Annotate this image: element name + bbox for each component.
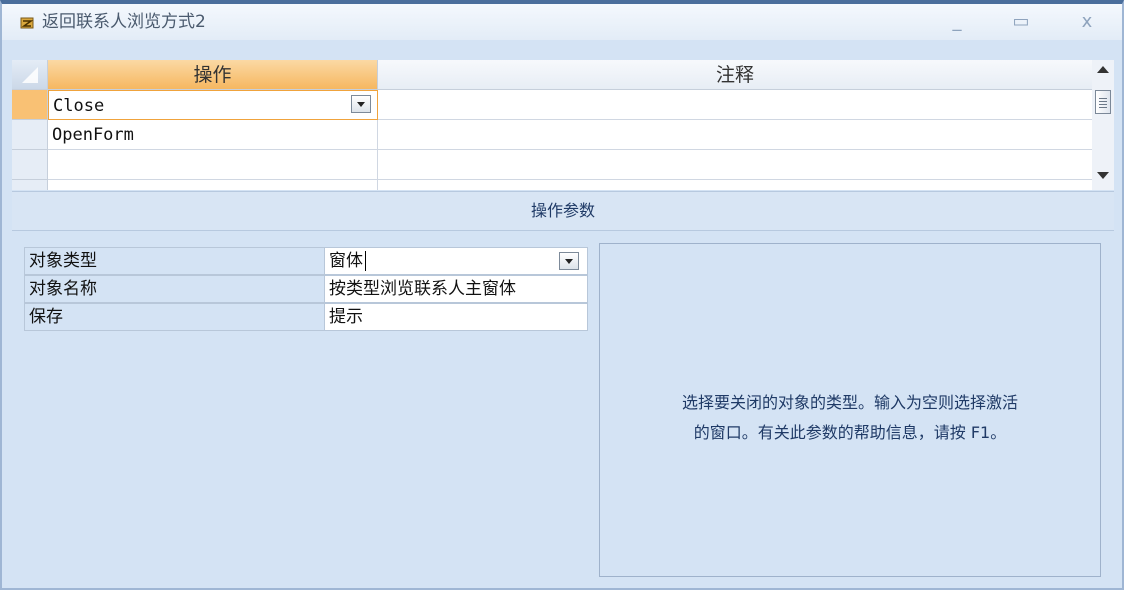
text-cursor — [365, 251, 366, 271]
comment-cell[interactable] — [378, 90, 1092, 120]
object-name-field[interactable]: 按类型浏览联系人主窗体 — [324, 275, 588, 303]
corner-triangle-icon — [22, 67, 38, 83]
table-row[interactable]: Close — [12, 90, 1092, 120]
row-selector[interactable] — [12, 150, 48, 180]
grid-vertical-scrollbar[interactable] — [1092, 60, 1114, 190]
minimize-button[interactable]: _ — [944, 10, 970, 34]
table-row[interactable] — [12, 180, 1092, 190]
scroll-thumb[interactable] — [1095, 90, 1111, 114]
table-row[interactable]: OpenForm — [12, 120, 1092, 150]
maximize-button[interactable]: ▭ — [1008, 10, 1034, 34]
row-selector[interactable] — [12, 90, 48, 120]
action-cell[interactable]: Close — [48, 90, 378, 120]
comment-cell[interactable] — [378, 120, 1092, 150]
argument-value: 窗体 — [329, 251, 363, 271]
argument-row-object-name[interactable]: 对象名称 按类型浏览联系人主窗体 — [24, 275, 588, 303]
help-text-line: 的窗口。有关此参数的帮助信息，请按 F1。 — [693, 423, 1007, 442]
help-text-line: 选择要关闭的对象的类型。输入为空则选择激活 — [681, 393, 1018, 412]
object-type-dropdown-button[interactable] — [559, 252, 579, 270]
help-panel: 选择要关闭的对象的类型。输入为空则选择激活 的窗口。有关此参数的帮助信息，请按 … — [599, 243, 1101, 577]
column-header-action[interactable]: 操作 — [48, 60, 378, 90]
argument-label: 保存 — [24, 303, 324, 331]
action-cell[interactable] — [48, 150, 378, 180]
select-all-corner[interactable] — [12, 60, 48, 90]
help-text: 选择要关闭的对象的类型。输入为空则选择激活 的窗口。有关此参数的帮助信息，请按 … — [600, 388, 1100, 448]
argument-label: 对象名称 — [24, 275, 324, 303]
row-selector[interactable] — [12, 180, 48, 190]
scroll-down-arrow-icon[interactable] — [1097, 172, 1109, 179]
title-bar[interactable]: 返回联系人浏览方式2 _ ▭ x — [2, 4, 1122, 40]
action-cell[interactable]: OpenForm — [48, 120, 378, 150]
row-selector[interactable] — [12, 120, 48, 150]
save-field[interactable]: 提示 — [324, 303, 588, 331]
action-dropdown-button[interactable] — [351, 95, 371, 113]
macro-action-grid: 操作 注释 Close OpenForm — [12, 60, 1092, 190]
macro-window: 返回联系人浏览方式2 _ ▭ x 操作 注释 Close OpenForm 操作… — [0, 0, 1124, 590]
action-value: OpenForm — [52, 125, 134, 145]
comment-cell[interactable] — [378, 150, 1092, 180]
table-row[interactable] — [12, 150, 1092, 180]
column-header-comment[interactable]: 注释 — [378, 60, 1092, 90]
scroll-up-arrow-icon[interactable] — [1097, 66, 1109, 73]
object-type-field[interactable]: 窗体 — [324, 247, 588, 275]
close-button[interactable]: x — [1074, 10, 1100, 34]
action-value: Close — [53, 96, 105, 116]
window-title: 返回联系人浏览方式2 — [42, 12, 206, 32]
action-cell[interactable] — [48, 180, 378, 190]
argument-row-save[interactable]: 保存 提示 — [24, 303, 588, 331]
macro-icon — [20, 17, 34, 29]
action-arguments-header: 操作参数 — [12, 191, 1114, 231]
argument-row-object-type[interactable]: 对象类型 窗体 — [24, 247, 588, 275]
argument-label: 对象类型 — [24, 247, 324, 275]
comment-cell[interactable] — [378, 180, 1092, 190]
